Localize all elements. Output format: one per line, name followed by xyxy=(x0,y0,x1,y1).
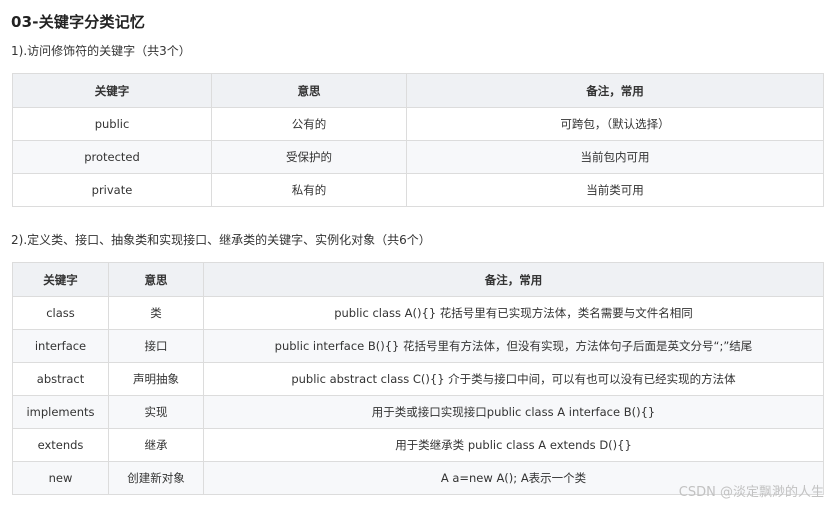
cell-notes: public abstract class C(){} 介于类与接口中间，可以有… xyxy=(203,362,824,396)
table-header-row: 关键字 意思 备注，常用 xyxy=(12,73,824,108)
cell-meaning: 接口 xyxy=(108,329,204,363)
column-header-keyword: 关键字 xyxy=(12,262,109,297)
cell-meaning: 声明抽象 xyxy=(108,362,204,396)
csdn-watermark: CSDN @淡定飘渺的人生 xyxy=(678,485,824,500)
cell-notes: public interface B(){} 花括号里有方法体，但没有实现，方法… xyxy=(203,329,824,363)
cell-keyword: abstract xyxy=(12,362,109,396)
cell-meaning: 创建新对象 xyxy=(108,461,204,495)
cell-notes: 当前类可用 xyxy=(406,173,824,207)
cell-notes: 用于类或接口实现接口public class A interface B(){} xyxy=(203,395,824,429)
table-header-row: 关键字 意思 备注，常用 xyxy=(12,262,824,297)
column-header-meaning: 意思 xyxy=(108,262,204,297)
cell-meaning: 实现 xyxy=(108,395,204,429)
table-row: interface 接口 public interface B(){} 花括号里… xyxy=(12,329,824,363)
cell-notes: public class A(){} 花括号里有已实现方法体，类名需要与文件名相… xyxy=(203,296,824,330)
cell-keyword: protected xyxy=(12,140,212,174)
column-header-meaning: 意思 xyxy=(211,73,407,108)
table-row: public 公有的 可跨包，（默认选择） xyxy=(12,107,824,141)
cell-meaning: 继承 xyxy=(108,428,204,462)
column-header-keyword: 关键字 xyxy=(12,73,212,108)
cell-keyword: interface xyxy=(12,329,109,363)
cell-meaning: 公有的 xyxy=(211,107,407,141)
column-header-notes: 备注，常用 xyxy=(203,262,824,297)
cell-meaning: 类 xyxy=(108,296,204,330)
cell-notes: 当前包内可用 xyxy=(406,140,824,174)
cell-keyword: new xyxy=(12,461,109,495)
cell-keyword: private xyxy=(12,173,212,207)
access-modifier-table: 关键字 意思 备注，常用 public 公有的 可跨包，（默认选择） prote… xyxy=(12,73,824,207)
column-header-notes: 备注，常用 xyxy=(406,73,824,108)
cell-keyword: class xyxy=(12,296,109,330)
class-keyword-table: 关键字 意思 备注，常用 class 类 public class A(){} … xyxy=(12,262,824,495)
cell-meaning: 私有的 xyxy=(211,173,407,207)
cell-meaning: 受保护的 xyxy=(211,140,407,174)
cell-keyword: implements xyxy=(12,395,109,429)
table-row: class 类 public class A(){} 花括号里有已实现方法体，类… xyxy=(12,296,824,330)
table-row: abstract 声明抽象 public abstract class C(){… xyxy=(12,362,824,396)
table-row: implements 实现 用于类或接口实现接口public class A i… xyxy=(12,395,824,429)
document-title: 03-关键字分类记忆 xyxy=(11,13,146,31)
cell-notes: 可跨包，（默认选择） xyxy=(406,107,824,141)
table-row: extends 继承 用于类继承类 public class A extends… xyxy=(12,428,824,462)
cell-keyword: public xyxy=(12,107,212,141)
table-row: protected 受保护的 当前包内可用 xyxy=(12,140,824,174)
table-row: private 私有的 当前类可用 xyxy=(12,173,824,207)
cell-notes: 用于类继承类 public class A extends D(){} xyxy=(203,428,824,462)
section2-heading: 2).定义类、接口、抽象类和实现接口、继承类的关键字、实例化对象（共6个） xyxy=(11,233,431,247)
section1-heading: 1).访问修饰符的关键字（共3个） xyxy=(11,44,191,58)
cell-keyword: extends xyxy=(12,428,109,462)
document-page: 03-关键字分类记忆 1).访问修饰符的关键字（共3个） 关键字 意思 备注，常… xyxy=(0,0,836,506)
